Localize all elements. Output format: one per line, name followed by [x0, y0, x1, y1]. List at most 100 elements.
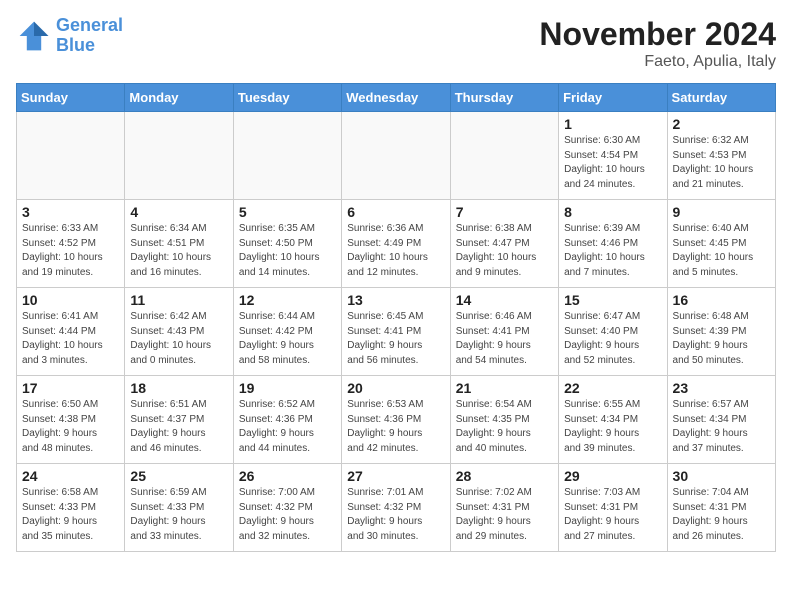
- calendar-cell: 16 Sunrise: 6:48 AM Sunset: 4:39 PM Dayli…: [667, 288, 775, 376]
- day-info: Sunrise: 7:02 AM Sunset: 4:31 PM Dayligh…: [456, 486, 553, 544]
- calendar-cell: 15 Sunrise: 6:47 AM Sunset: 4:40 PM Dayli…: [559, 288, 667, 376]
- day-number: 30: [673, 468, 770, 484]
- day-number: 20: [347, 380, 444, 396]
- day-info: Sunrise: 6:48 AM Sunset: 4:39 PM Dayligh…: [673, 310, 770, 368]
- day-info: Sunrise: 6:47 AM Sunset: 4:40 PM Dayligh…: [564, 310, 661, 368]
- day-number: 16: [673, 292, 770, 308]
- weekday-header-monday: Monday: [125, 84, 233, 112]
- day-number: 26: [239, 468, 336, 484]
- day-number: 9: [673, 204, 770, 220]
- day-number: 22: [564, 380, 661, 396]
- day-number: 1: [564, 116, 661, 132]
- calendar-cell: 18Sunrise: 6:51 AM Sunset: 4:37 PM Dayli…: [125, 376, 233, 464]
- weekday-header-row: SundayMondayTuesdayWednesdayThursdayFrid…: [17, 84, 776, 112]
- calendar-week-5: 24 Sunrise: 6:58 AM Sunset: 4:33 PM Dayli…: [17, 464, 776, 552]
- weekday-header-thursday: Thursday: [450, 84, 558, 112]
- day-number: 28: [456, 468, 553, 484]
- weekday-header-wednesday: Wednesday: [342, 84, 450, 112]
- day-info: Sunrise: 6:35 AM Sunset: 4:50 PM Dayligh…: [239, 222, 336, 280]
- calendar-cell: 21Sunrise: 6:54 AM Sunset: 4:35 PM Dayli…: [450, 376, 558, 464]
- calendar-week-4: 17Sunrise: 6:50 AM Sunset: 4:38 PM Dayli…: [17, 376, 776, 464]
- calendar-cell: [342, 112, 450, 200]
- calendar-cell: 27 Sunrise: 7:01 AM Sunset: 4:32 PM Dayli…: [342, 464, 450, 552]
- day-info: Sunrise: 6:34 AM Sunset: 4:51 PM Dayligh…: [130, 222, 227, 280]
- day-info: Sunrise: 6:33 AM Sunset: 4:52 PM Dayligh…: [22, 222, 119, 280]
- header: General Blue November 2024 Faeto, Apulia…: [16, 16, 776, 71]
- day-info: Sunrise: 7:00 AM Sunset: 4:32 PM Dayligh…: [239, 486, 336, 544]
- calendar-cell: 9 Sunrise: 6:40 AM Sunset: 4:45 PM Daylig…: [667, 200, 775, 288]
- calendar-cell: 26 Sunrise: 7:00 AM Sunset: 4:32 PM Dayli…: [233, 464, 341, 552]
- calendar-cell: 22Sunrise: 6:55 AM Sunset: 4:34 PM Dayli…: [559, 376, 667, 464]
- day-number: 15: [564, 292, 661, 308]
- day-info: Sunrise: 6:53 AM Sunset: 4:36 PM Dayligh…: [347, 398, 444, 456]
- calendar-cell: 5 Sunrise: 6:35 AM Sunset: 4:50 PM Daylig…: [233, 200, 341, 288]
- logo-general: General: [56, 15, 123, 35]
- calendar-cell: 24 Sunrise: 6:58 AM Sunset: 4:33 PM Dayli…: [17, 464, 125, 552]
- day-number: 14: [456, 292, 553, 308]
- weekday-header-tuesday: Tuesday: [233, 84, 341, 112]
- day-number: 8: [564, 204, 661, 220]
- calendar-week-3: 10 Sunrise: 6:41 AM Sunset: 4:44 PM Dayli…: [17, 288, 776, 376]
- day-info: Sunrise: 6:39 AM Sunset: 4:46 PM Dayligh…: [564, 222, 661, 280]
- calendar-cell: 29 Sunrise: 7:03 AM Sunset: 4:31 PM Dayli…: [559, 464, 667, 552]
- calendar-cell: 2 Sunrise: 6:32 AM Sunset: 4:53 PM Daylig…: [667, 112, 775, 200]
- day-number: 27: [347, 468, 444, 484]
- calendar-cell: 28 Sunrise: 7:02 AM Sunset: 4:31 PM Dayli…: [450, 464, 558, 552]
- day-info: Sunrise: 6:38 AM Sunset: 4:47 PM Dayligh…: [456, 222, 553, 280]
- weekday-header-friday: Friday: [559, 84, 667, 112]
- day-number: 10: [22, 292, 119, 308]
- day-number: 18: [130, 380, 227, 396]
- calendar-cell: 11 Sunrise: 6:42 AM Sunset: 4:43 PM Dayli…: [125, 288, 233, 376]
- month-title: November 2024: [539, 16, 776, 53]
- calendar-week-2: 3 Sunrise: 6:33 AM Sunset: 4:52 PM Daylig…: [17, 200, 776, 288]
- day-number: 19: [239, 380, 336, 396]
- calendar-cell: 10 Sunrise: 6:41 AM Sunset: 4:44 PM Dayli…: [17, 288, 125, 376]
- day-number: 11: [130, 292, 227, 308]
- calendar-cell: [17, 112, 125, 200]
- day-number: 13: [347, 292, 444, 308]
- day-number: 7: [456, 204, 553, 220]
- calendar-table: SundayMondayTuesdayWednesdayThursdayFrid…: [16, 83, 776, 552]
- calendar-cell: 8 Sunrise: 6:39 AM Sunset: 4:46 PM Daylig…: [559, 200, 667, 288]
- day-info: Sunrise: 6:36 AM Sunset: 4:49 PM Dayligh…: [347, 222, 444, 280]
- weekday-header-saturday: Saturday: [667, 84, 775, 112]
- day-info: Sunrise: 6:45 AM Sunset: 4:41 PM Dayligh…: [347, 310, 444, 368]
- title-area: November 2024 Faeto, Apulia, Italy: [539, 16, 776, 71]
- calendar-cell: 12 Sunrise: 6:44 AM Sunset: 4:42 PM Dayli…: [233, 288, 341, 376]
- calendar-cell: 25Sunrise: 6:59 AM Sunset: 4:33 PM Dayli…: [125, 464, 233, 552]
- calendar-cell: 7 Sunrise: 6:38 AM Sunset: 4:47 PM Daylig…: [450, 200, 558, 288]
- logo: General Blue: [16, 16, 123, 56]
- calendar-cell: 30Sunrise: 7:04 AM Sunset: 4:31 PM Dayli…: [667, 464, 775, 552]
- day-number: 3: [22, 204, 119, 220]
- calendar-cell: 23Sunrise: 6:57 AM Sunset: 4:34 PM Dayli…: [667, 376, 775, 464]
- day-info: Sunrise: 7:01 AM Sunset: 4:32 PM Dayligh…: [347, 486, 444, 544]
- day-number: 6: [347, 204, 444, 220]
- day-number: 23: [673, 380, 770, 396]
- day-info: Sunrise: 6:52 AM Sunset: 4:36 PM Dayligh…: [239, 398, 336, 456]
- day-info: Sunrise: 6:40 AM Sunset: 4:45 PM Dayligh…: [673, 222, 770, 280]
- calendar-week-1: 1 Sunrise: 6:30 AM Sunset: 4:54 PM Daylig…: [17, 112, 776, 200]
- calendar-cell: 13 Sunrise: 6:45 AM Sunset: 4:41 PM Dayli…: [342, 288, 450, 376]
- day-number: 12: [239, 292, 336, 308]
- weekday-header-sunday: Sunday: [17, 84, 125, 112]
- day-info: Sunrise: 6:58 AM Sunset: 4:33 PM Dayligh…: [22, 486, 119, 544]
- day-info: Sunrise: 6:32 AM Sunset: 4:53 PM Dayligh…: [673, 134, 770, 192]
- calendar-cell: [125, 112, 233, 200]
- day-info: Sunrise: 6:30 AM Sunset: 4:54 PM Dayligh…: [564, 134, 661, 192]
- day-number: 21: [456, 380, 553, 396]
- day-number: 17: [22, 380, 119, 396]
- calendar-cell: [450, 112, 558, 200]
- day-number: 25: [130, 468, 227, 484]
- day-number: 29: [564, 468, 661, 484]
- day-number: 24: [22, 468, 119, 484]
- day-info: Sunrise: 6:44 AM Sunset: 4:42 PM Dayligh…: [239, 310, 336, 368]
- logo-icon: [16, 18, 52, 54]
- location-title: Faeto, Apulia, Italy: [539, 53, 776, 71]
- day-info: Sunrise: 6:41 AM Sunset: 4:44 PM Dayligh…: [22, 310, 119, 368]
- day-number: 2: [673, 116, 770, 132]
- calendar-cell: 14 Sunrise: 6:46 AM Sunset: 4:41 PM Dayli…: [450, 288, 558, 376]
- day-info: Sunrise: 6:42 AM Sunset: 4:43 PM Dayligh…: [130, 310, 227, 368]
- day-info: Sunrise: 7:03 AM Sunset: 4:31 PM Dayligh…: [564, 486, 661, 544]
- day-info: Sunrise: 6:46 AM Sunset: 4:41 PM Dayligh…: [456, 310, 553, 368]
- day-number: 5: [239, 204, 336, 220]
